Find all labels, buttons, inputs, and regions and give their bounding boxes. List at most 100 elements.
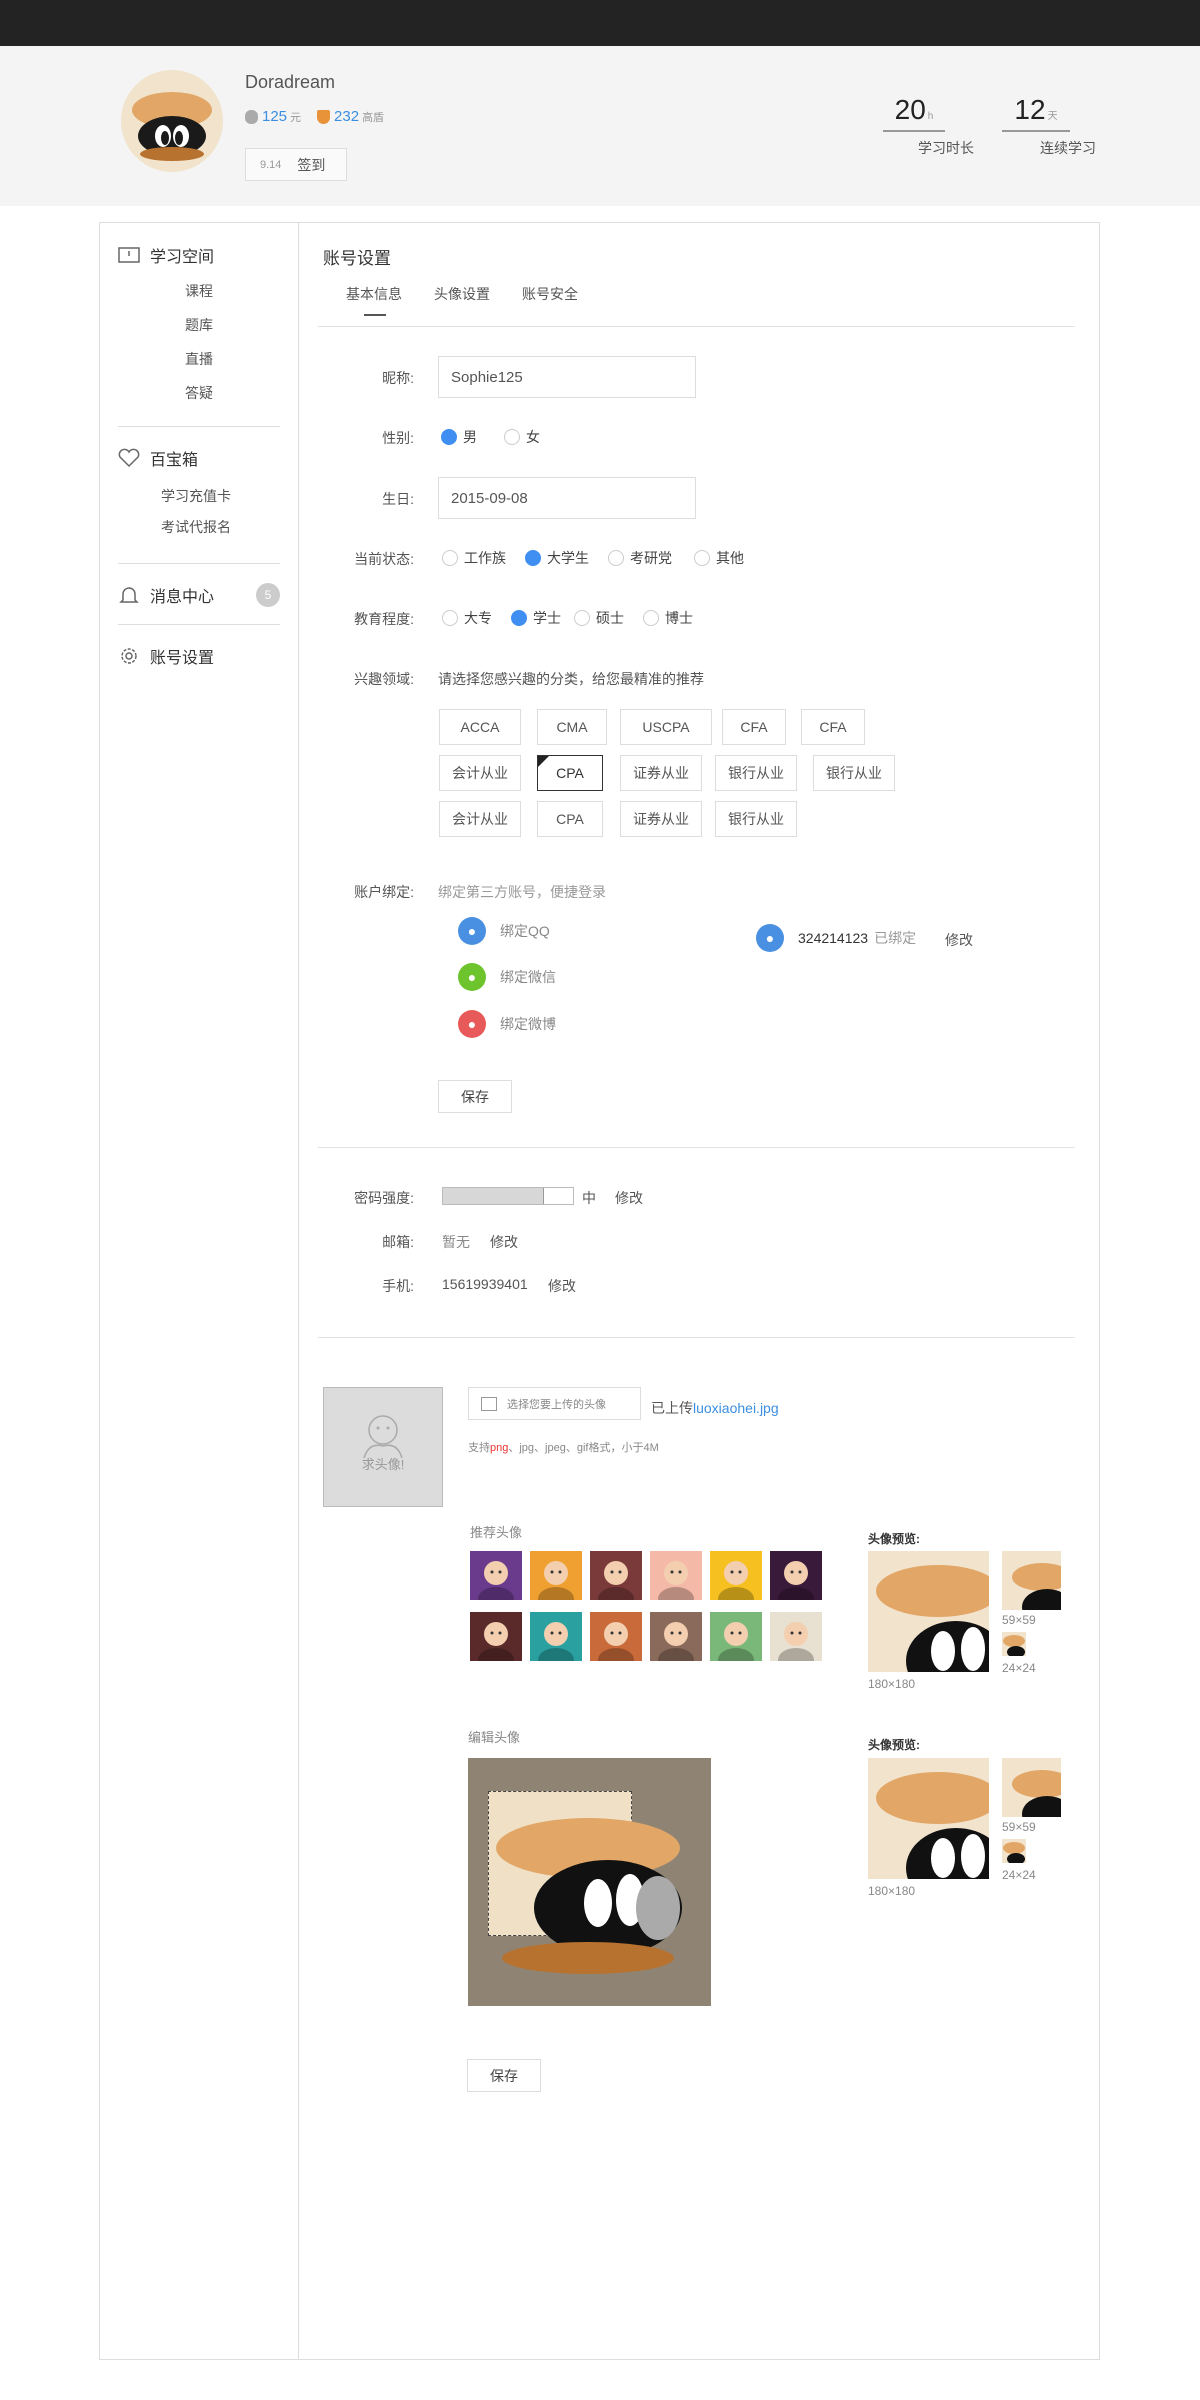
tab-basic-info[interactable]: 基本信息 bbox=[346, 284, 402, 316]
avatar-crop-editor[interactable] bbox=[468, 1758, 711, 2006]
top-navigation-bar bbox=[0, 0, 1200, 46]
interest-tag[interactable]: CFA bbox=[801, 709, 865, 745]
recommended-avatar[interactable] bbox=[470, 1551, 522, 1600]
sidebar-item-recharge-card[interactable]: 学习充值卡 bbox=[118, 481, 280, 512]
edu-bachelor-radio[interactable]: 学士 bbox=[511, 608, 561, 628]
sidebar-item-exam-registration[interactable]: 考试代报名 bbox=[118, 512, 280, 543]
preview-title: 头像预览: bbox=[868, 1738, 920, 1752]
shield-icon bbox=[317, 109, 331, 124]
recommended-avatar[interactable] bbox=[650, 1551, 702, 1600]
coins-unit: 元 bbox=[290, 111, 302, 124]
interest-tag[interactable]: 银行从业 bbox=[715, 755, 797, 791]
sign-in-button[interactable]: 9.14 签到 bbox=[245, 148, 347, 181]
password-strength-fill bbox=[443, 1188, 545, 1204]
edit-avatar-title: 编辑头像 bbox=[468, 1730, 521, 1745]
username: Doradream bbox=[245, 72, 336, 92]
recommended-avatar[interactable] bbox=[530, 1612, 582, 1661]
status-exam-radio[interactable]: 考研党 bbox=[608, 548, 672, 568]
interest-tag-selected[interactable]: CPA bbox=[537, 755, 603, 791]
avatar-preview-small bbox=[1002, 1839, 1026, 1863]
save-button[interactable]: 保存 bbox=[438, 1080, 512, 1113]
format-png: png bbox=[490, 1442, 509, 1454]
sidebar-section-toolbox[interactable]: 百宝箱 bbox=[118, 443, 280, 473]
status-student-radio[interactable]: 大学生 bbox=[525, 548, 589, 568]
recommended-avatar[interactable] bbox=[650, 1612, 702, 1661]
avatar-preview-medium bbox=[1002, 1758, 1061, 1817]
bind-weibo[interactable]: ● 绑定微博 bbox=[458, 1010, 556, 1038]
interest-tag[interactable]: CMA bbox=[537, 709, 607, 745]
edu-college-radio[interactable]: 大专 bbox=[442, 608, 492, 628]
interest-tag[interactable]: 证券从业 bbox=[620, 801, 702, 837]
edu-bachelor-label: 学士 bbox=[533, 610, 561, 626]
save-avatar-button[interactable]: 保存 bbox=[467, 2059, 541, 2092]
status-other-radio[interactable]: 其他 bbox=[694, 548, 744, 568]
qq-icon: ● bbox=[458, 917, 486, 945]
recommended-avatar[interactable] bbox=[710, 1612, 762, 1661]
recommended-avatar[interactable] bbox=[770, 1551, 822, 1600]
radio-dot bbox=[442, 550, 458, 566]
tab-account-security[interactable]: 账号安全 bbox=[522, 284, 578, 304]
recommended-avatar[interactable] bbox=[590, 1551, 642, 1600]
sidebar-item-qa[interactable]: 答疑 bbox=[118, 376, 280, 410]
password-strength-label: 密码强度: bbox=[354, 1190, 414, 1206]
sidebar-divider bbox=[298, 222, 299, 2360]
beans-value: 232 bbox=[334, 108, 360, 125]
sidebar-section-messages[interactable]: 消息中心 5 bbox=[118, 580, 280, 610]
edu-master-label: 硕士 bbox=[596, 610, 624, 626]
uploaded-file-status: 已上传luoxiaohei.jpg bbox=[651, 1398, 779, 1418]
modify-email-link[interactable]: 修改 bbox=[490, 1232, 518, 1252]
interest-tag[interactable]: USCPA bbox=[620, 709, 712, 745]
avatar-preview-small bbox=[1002, 1632, 1026, 1656]
interest-tag[interactable]: CFA bbox=[722, 709, 786, 745]
bound-status: 已绑定 bbox=[874, 930, 917, 946]
sign-label: 签到 bbox=[297, 156, 326, 173]
edu-master-radio[interactable]: 硕士 bbox=[574, 608, 624, 628]
coins-value: 125 bbox=[262, 108, 288, 125]
recommended-avatar[interactable] bbox=[530, 1551, 582, 1600]
interest-tag[interactable]: 银行从业 bbox=[715, 801, 797, 837]
interest-tag[interactable]: 银行从业 bbox=[813, 755, 895, 791]
upload-file-input[interactable]: 选择您要上传的头像 bbox=[468, 1387, 641, 1420]
recommended-avatar[interactable] bbox=[710, 1551, 762, 1600]
size-label-medium: 59×59 bbox=[1002, 1613, 1036, 1627]
gear-icon bbox=[118, 646, 140, 666]
modify-qq-link[interactable]: 修改 bbox=[945, 930, 973, 950]
study-hours-value: 20 bbox=[894, 94, 926, 125]
bind-qq[interactable]: ● 绑定QQ bbox=[458, 917, 550, 945]
gender-male-radio[interactable]: 男 bbox=[441, 427, 477, 447]
sidebar-item-live[interactable]: 直播 bbox=[118, 342, 280, 376]
tab-avatar-settings[interactable]: 头像设置 bbox=[434, 284, 490, 304]
birthday-label: 生日: bbox=[382, 491, 414, 507]
sidebar-study-items: 课程 题库 直播 答疑 bbox=[118, 274, 280, 410]
bound-qq-number: 324214123 bbox=[798, 930, 869, 946]
bind-wechat[interactable]: ● 绑定微信 bbox=[458, 963, 556, 991]
interest-tag[interactable]: 会计从业 bbox=[439, 755, 521, 791]
birthday-input[interactable]: 2015-09-08 bbox=[438, 477, 696, 519]
page-title: 账号设置 bbox=[323, 249, 391, 268]
email-value: 暂无 bbox=[442, 1234, 470, 1250]
user-avatar[interactable] bbox=[121, 70, 223, 172]
streak-stat: 12 天 连续学习 bbox=[996, 94, 1096, 156]
nickname-input[interactable]: Sophie125 bbox=[438, 356, 696, 398]
recommended-avatar[interactable] bbox=[770, 1612, 822, 1661]
sidebar-section-account[interactable]: 账号设置 bbox=[118, 641, 280, 671]
sidebar-item-question-bank[interactable]: 题库 bbox=[118, 308, 280, 342]
recommended-avatar[interactable] bbox=[470, 1612, 522, 1661]
money-bag-icon bbox=[245, 109, 258, 124]
streak-unit: 天 bbox=[1047, 111, 1058, 122]
interest-tag[interactable]: CPA bbox=[537, 801, 603, 837]
recommended-avatar[interactable] bbox=[590, 1612, 642, 1661]
modify-password-link[interactable]: 修改 bbox=[615, 1188, 643, 1208]
interest-tag[interactable]: 会计从业 bbox=[439, 801, 521, 837]
sidebar-section-study[interactable]: 学习空间 bbox=[118, 240, 280, 270]
edu-doctor-radio[interactable]: 博士 bbox=[643, 608, 693, 628]
interest-tag[interactable]: 证券从业 bbox=[620, 755, 702, 791]
status-worker-radio[interactable]: 工作族 bbox=[442, 548, 506, 568]
gender-female-radio[interactable]: 女 bbox=[504, 427, 540, 447]
size-label-large: 180×180 bbox=[868, 1884, 916, 1898]
uploaded-file-name[interactable]: luoxiaohei.jpg bbox=[693, 1400, 779, 1416]
status-worker-label: 工作族 bbox=[464, 550, 506, 566]
sidebar-item-course[interactable]: 课程 bbox=[118, 274, 280, 308]
modify-phone-link[interactable]: 修改 bbox=[548, 1276, 576, 1296]
interest-tag[interactable]: ACCA bbox=[439, 709, 521, 745]
